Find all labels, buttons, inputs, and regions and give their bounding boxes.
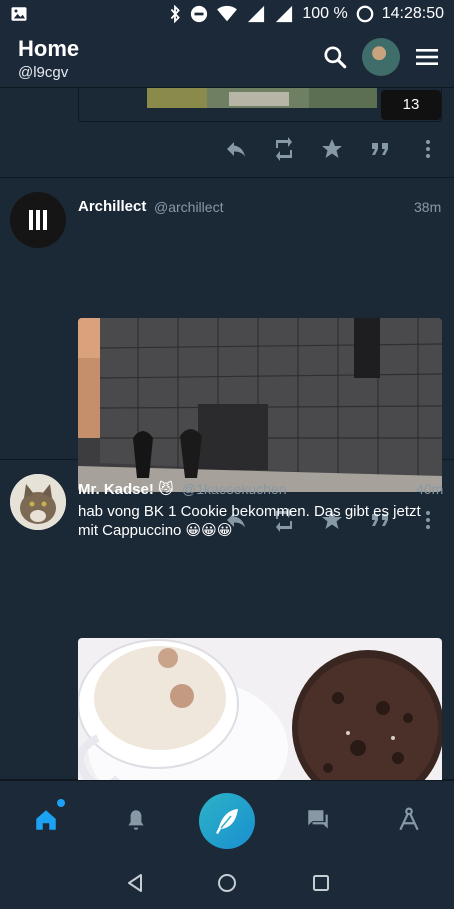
cat-avatar[interactable]	[10, 474, 66, 530]
tweet-archillect[interactable]: Archillect @archillect 38m	[0, 178, 454, 532]
app-bar: Home @l9cgv	[0, 28, 454, 88]
timeline-feed[interactable]: 13 Archillect @archillect 38m Mr. Kadse!…	[0, 88, 454, 780]
lists-compass-icon[interactable]	[396, 807, 422, 833]
clock: 14:28:50	[381, 5, 444, 22]
account-avatar[interactable]	[362, 38, 400, 76]
media-count-badge: 13	[381, 90, 441, 120]
notifications-bell-icon[interactable]	[123, 807, 149, 833]
tweet-username[interactable]: @archillect	[154, 199, 223, 215]
favorite-star-icon[interactable]	[308, 134, 356, 164]
recents-square-icon[interactable]	[310, 872, 332, 899]
home-icon[interactable]	[33, 799, 65, 833]
compose-tweet-button[interactable]	[199, 793, 255, 849]
reply-icon[interactable]	[212, 134, 260, 164]
signal-icon	[246, 5, 266, 23]
status-bar: 100 % 14:28:50	[0, 0, 454, 28]
system-navigation-bar	[0, 858, 454, 909]
signal-2-icon	[274, 5, 294, 23]
page-title: Home	[18, 36, 80, 61]
cappuccino-cookie-photo[interactable]	[78, 638, 442, 780]
tweet-username[interactable]: @1kaesekuchen	[182, 481, 287, 497]
gallery-notification-icon	[10, 5, 28, 23]
feather-icon	[216, 809, 238, 834]
bluetooth-icon	[168, 5, 182, 23]
retweet-icon[interactable]	[260, 134, 308, 164]
tweet-timestamp: 38m	[414, 199, 442, 215]
home-circle-icon[interactable]	[216, 872, 238, 899]
new-items-dot	[57, 799, 65, 807]
do-not-disturb-icon	[190, 5, 208, 23]
wifi-icon	[216, 5, 238, 23]
battery-icon	[356, 5, 374, 23]
tweet-text: hab vong BK 1 Cookie bekommen. Das gibt …	[78, 503, 421, 539]
quote-icon[interactable]	[356, 134, 404, 164]
tweet-author-name[interactable]: Mr. Kadse! 😼	[78, 480, 174, 498]
more-options-icon[interactable]	[404, 134, 452, 164]
account-handle: @l9cgv	[18, 64, 69, 81]
tweet-timestamp: 40m	[416, 481, 444, 497]
tweet-partial[interactable]: 13	[0, 88, 454, 178]
search-icon[interactable]	[322, 44, 348, 70]
battery-percentage: 100 %	[302, 5, 348, 22]
back-triangle-icon[interactable]	[124, 872, 146, 899]
pause-bars-icon[interactable]	[10, 192, 66, 248]
hamburger-menu-icon[interactable]	[416, 46, 438, 68]
tweet-media-partial[interactable]: 13	[78, 88, 442, 122]
tweet-actions	[212, 134, 452, 164]
bottom-navigation	[0, 780, 454, 858]
tweet-mr-kadse[interactable]: Mr. Kadse! 😼 @1kaesekuchen 40m hab vong …	[0, 460, 454, 780]
messages-icon[interactable]	[305, 807, 331, 833]
tweet-author-name[interactable]: Archillect	[78, 198, 146, 215]
